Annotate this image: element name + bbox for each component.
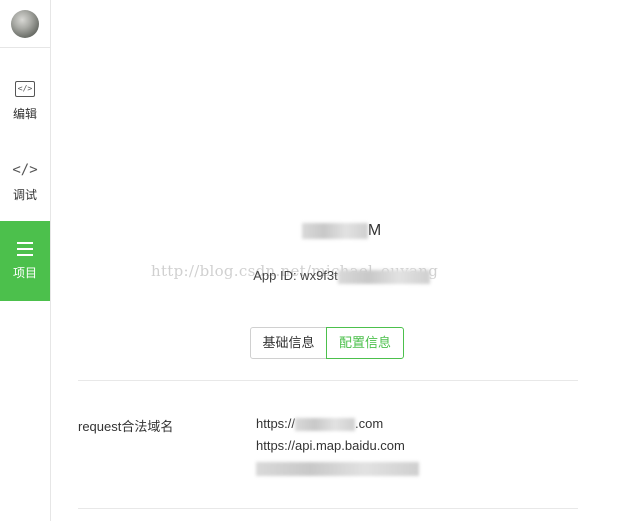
sidebar-item-debug[interactable]: </> 调试 (0, 142, 50, 222)
tab-basic-info[interactable]: 基础信息 (250, 327, 327, 359)
sidebar: </> 编辑 </> 调试 项目 (0, 0, 51, 521)
avatar[interactable] (11, 9, 39, 38)
menu-icon (17, 241, 33, 256)
domain-item: https:// .com (256, 416, 419, 438)
app-id-text: App ID: wx9f3t (253, 268, 338, 283)
domain-item: https://api.map.baidu.com (256, 438, 405, 453)
sidebar-item-label: 编辑 (12, 106, 37, 121)
project-name-text: M (367, 222, 382, 239)
sidebar-item-label: 调试 (12, 187, 37, 202)
domain-item (256, 460, 419, 482)
sidebar-item-project[interactable]: 项目 (0, 221, 50, 301)
tab-config-info[interactable]: 配置信息 (326, 327, 404, 359)
divider (78, 380, 578, 381)
domain-suffix: .com (355, 416, 384, 431)
request-domain-list: https:// .com https://api.map.baidu.com (256, 416, 419, 482)
main-panel: M http://blog.csdn.net/michael_ouyang Ap… (51, 0, 632, 521)
sidebar-item-edit[interactable]: </> 编辑 (0, 61, 50, 141)
divider (78, 508, 578, 509)
redacted-block (337, 269, 430, 284)
app-id: App ID: wx9f3t (51, 268, 632, 284)
code-box-icon: </> (15, 80, 35, 97)
avatar-container (0, 0, 50, 48)
redacted-block (295, 418, 356, 432)
project-name: M (51, 222, 632, 240)
sidebar-item-label: 项目 (12, 265, 37, 280)
code-icon: </> (12, 161, 38, 178)
domain-prefix: https:// (256, 416, 296, 431)
info-tabs: 基础信息 配置信息 (250, 327, 404, 359)
redacted-block (301, 222, 368, 239)
request-domain-label: request合法域名 (78, 419, 174, 434)
redacted-block (256, 461, 419, 476)
